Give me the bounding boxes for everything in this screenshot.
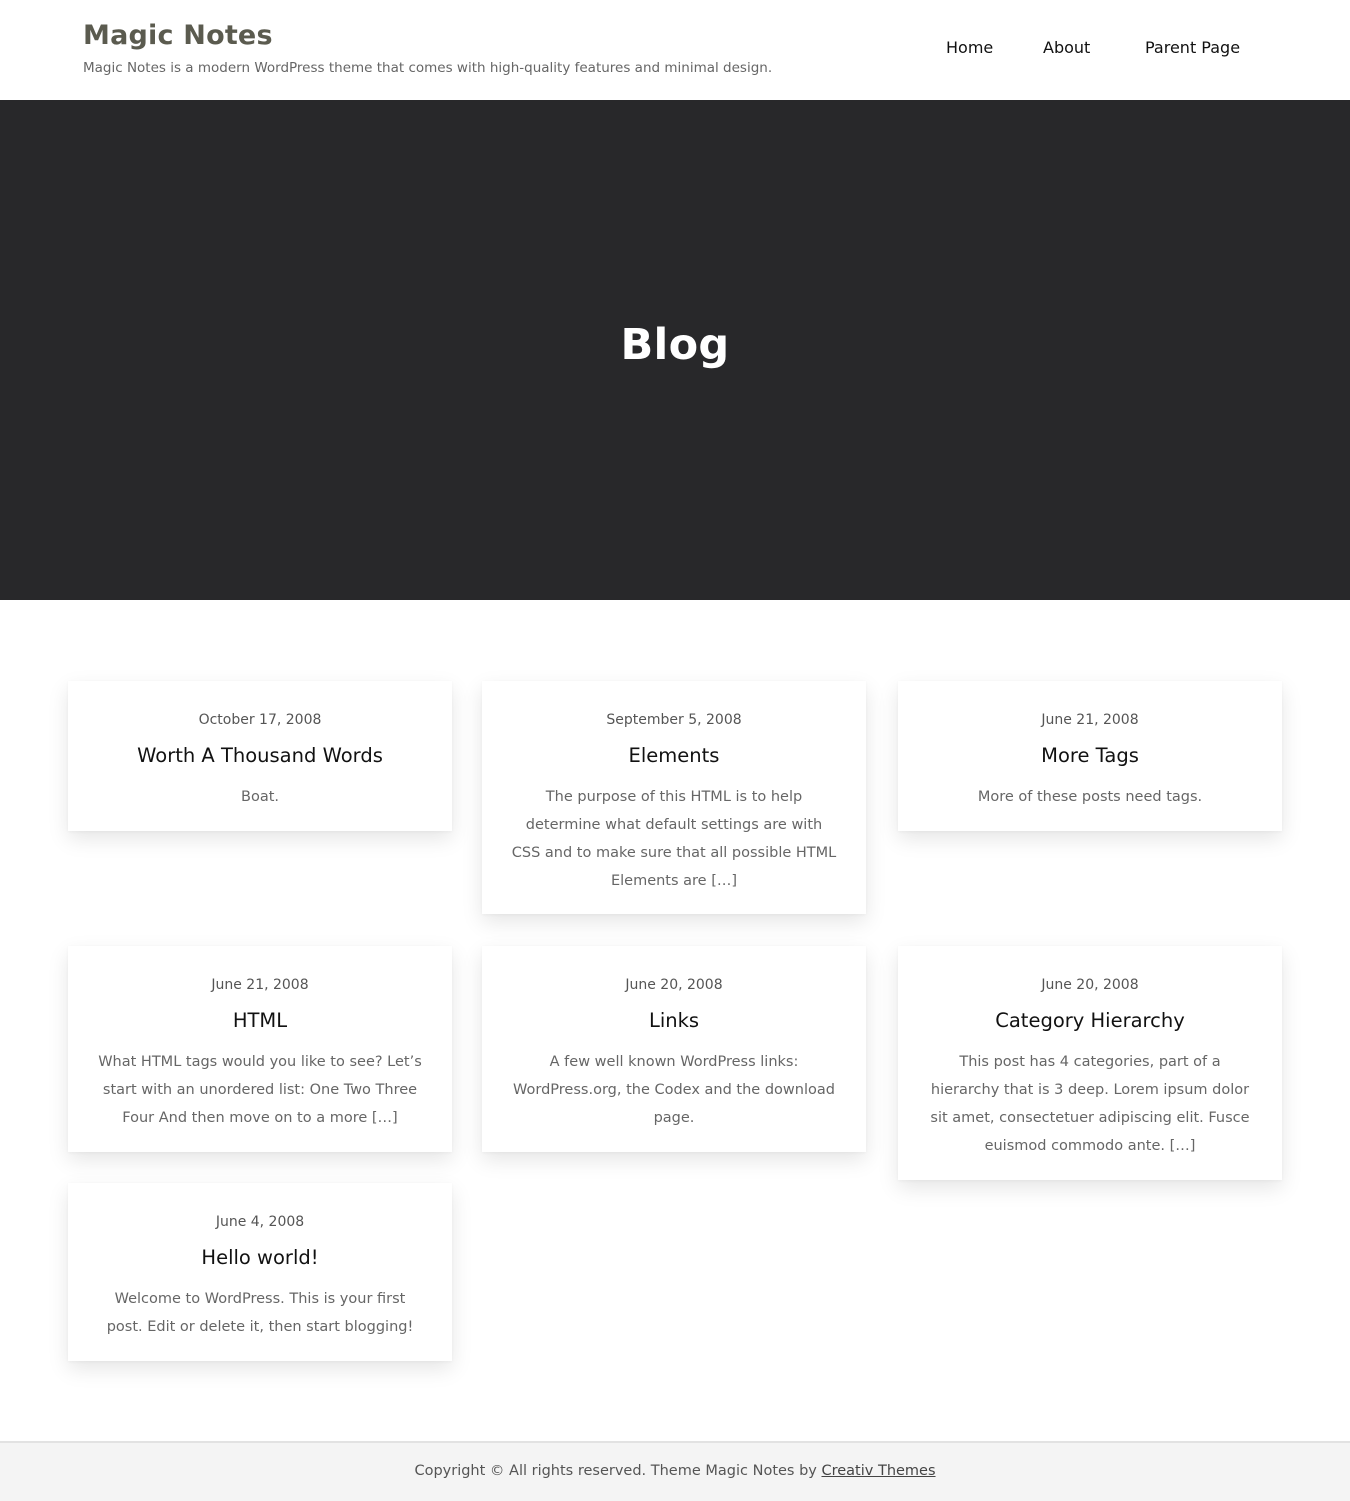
post-card: June 20, 2008 Links A few well known Wor…: [482, 946, 866, 1152]
post-excerpt: Welcome to WordPress. This is your first…: [106, 1291, 414, 1335]
hero-banner: Blog: [0, 100, 1350, 600]
post-title[interactable]: Elements: [510, 745, 838, 767]
post-title[interactable]: Category Hierarchy: [926, 1010, 1254, 1032]
post-excerpt: The purpose of this HTML is to help dete…: [511, 789, 837, 889]
page-title: Blog: [620, 320, 730, 370]
post-excerpt: What HTML tags would you like to see? Le…: [98, 1054, 422, 1126]
post-date[interactable]: October 17, 2008: [96, 711, 424, 729]
post-card: October 17, 2008 Worth A Thousand Words …: [68, 681, 452, 831]
post-title[interactable]: HTML: [96, 1010, 424, 1032]
post-card: September 5, 2008 Elements The purpose o…: [482, 681, 866, 914]
post-title[interactable]: More Tags: [926, 745, 1254, 767]
post-date[interactable]: June 21, 2008: [96, 976, 424, 994]
footer-theme-link[interactable]: Creativ Themes: [821, 1463, 935, 1479]
post-card: June 21, 2008 HTML What HTML tags would …: [68, 946, 452, 1152]
post-card: June 21, 2008 More Tags More of these po…: [898, 681, 1282, 831]
post-title[interactable]: Hello world!: [96, 1247, 424, 1269]
site-header: Magic Notes Magic Notes is a modern Word…: [0, 0, 1350, 100]
nav-item-about[interactable]: About: [1043, 38, 1090, 57]
post-date[interactable]: June 20, 2008: [926, 976, 1254, 994]
site-footer: Copyright © All rights reserved. Theme M…: [0, 1441, 1350, 1501]
main-nav: Home About Parent Page: [0, 38, 1350, 62]
post-excerpt: Boat.: [241, 789, 279, 805]
post-title[interactable]: Worth A Thousand Words: [96, 745, 424, 767]
post-excerpt: A few well known WordPress links: WordPr…: [513, 1054, 835, 1126]
site-tagline: Magic Notes is a modern WordPress theme …: [83, 60, 773, 76]
post-date[interactable]: June 21, 2008: [926, 711, 1254, 729]
post-date[interactable]: June 20, 2008: [510, 976, 838, 994]
post-card: June 20, 2008 Category Hierarchy This po…: [898, 946, 1282, 1180]
post-date[interactable]: June 4, 2008: [96, 1213, 424, 1231]
footer-copyright-text: Copyright © All rights reserved. Theme M…: [414, 1463, 817, 1479]
post-excerpt: More of these posts need tags.: [977, 789, 1203, 805]
post-excerpt: This post has 4 categories, part of a hi…: [930, 1054, 1250, 1154]
footer-copyright: Copyright © All rights reserved. Theme M…: [0, 1463, 1350, 1479]
post-card: June 4, 2008 Hello world! Welcome to Wor…: [68, 1183, 452, 1361]
nav-item-parent-page[interactable]: Parent Page: [1145, 38, 1240, 57]
nav-item-home[interactable]: Home: [946, 38, 993, 57]
post-date[interactable]: September 5, 2008: [510, 711, 838, 729]
post-title[interactable]: Links: [510, 1010, 838, 1032]
